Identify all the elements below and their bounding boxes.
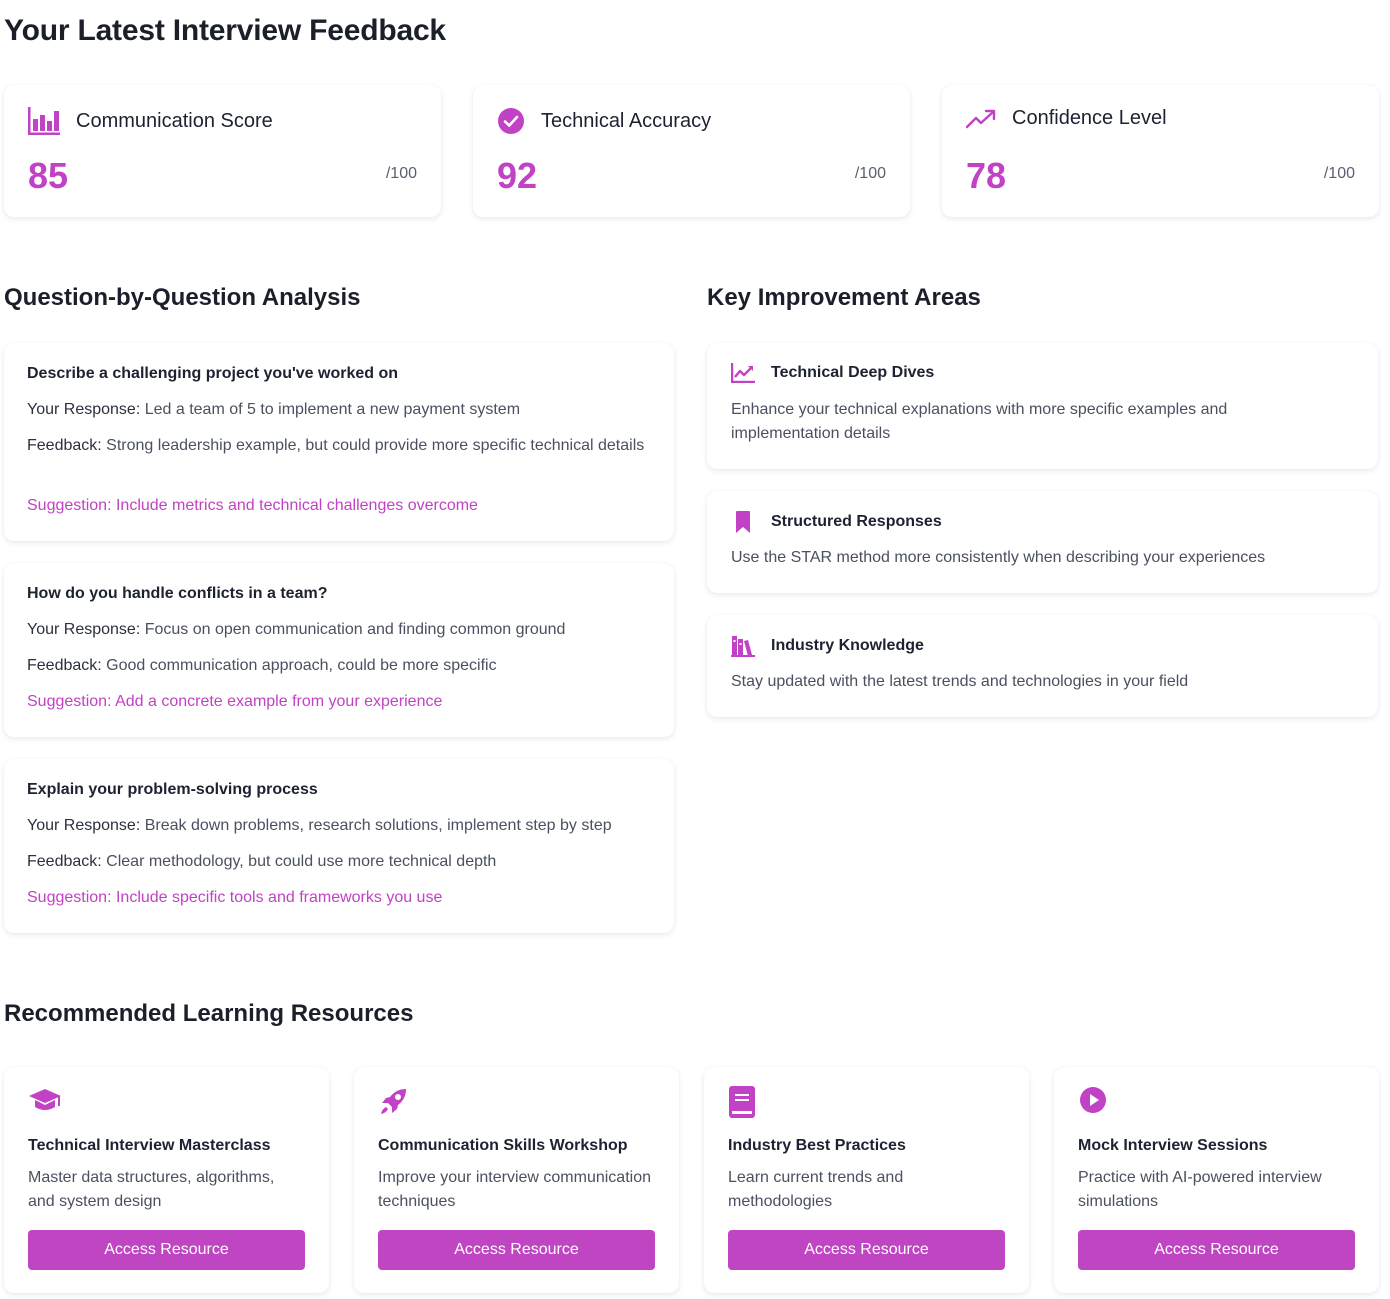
access-resource-button[interactable]: Access Resource xyxy=(728,1230,1005,1270)
feedback-label: Feedback: xyxy=(27,657,102,674)
score-card-communication: Communication Score 85 /100 xyxy=(4,85,441,217)
score-card-confidence: Confidence Level 78 /100 xyxy=(942,85,1379,217)
book-icon xyxy=(728,1085,756,1119)
access-resource-button[interactable]: Access Resource xyxy=(28,1230,305,1270)
score-max: /100 xyxy=(1323,165,1355,182)
score-card-technical: Technical Accuracy 92 /100 xyxy=(473,85,910,217)
page-title: Your Latest Interview Feedback xyxy=(4,14,446,47)
score-title: Confidence Level xyxy=(1012,107,1167,129)
score-value: 85 xyxy=(28,155,69,196)
response-text: Break down problems, research solutions,… xyxy=(144,817,612,834)
improvement-card: Industry Knowledge Stay updated with the… xyxy=(707,615,1378,717)
suggestion-line: Suggestion: Add a concrete example from … xyxy=(27,690,650,714)
score-value: 92 xyxy=(497,155,538,196)
question-text: How do you handle conflicts in a team? xyxy=(27,585,328,602)
improvement-title: Technical Deep Dives xyxy=(771,364,935,381)
improvement-description: Use the STAR method more consistently wh… xyxy=(731,549,1266,566)
response-line: Your Response: Led a team of 5 to implem… xyxy=(27,398,650,422)
resource-card: Communication Skills Workshop Improve yo… xyxy=(354,1067,679,1293)
score-max: /100 xyxy=(385,165,417,182)
resource-description: Practice with AI-powered interview simul… xyxy=(1078,1169,1322,1210)
resource-card: Industry Best Practices Learn current tr… xyxy=(704,1067,1029,1293)
response-line: Your Response: Focus on open communicati… xyxy=(27,618,650,642)
score-title: Technical Accuracy xyxy=(541,109,712,132)
improvement-title: Structured Responses xyxy=(771,513,942,530)
resources-title: Recommended Learning Resources xyxy=(4,1000,414,1027)
feedback-text: Strong leadership example, but could pro… xyxy=(106,437,645,454)
resource-description: Improve your interview communication tec… xyxy=(378,1169,651,1210)
feedback-text: Good communication approach, could be mo… xyxy=(106,657,497,674)
response-text: Led a team of 5 to implement a new payme… xyxy=(144,401,521,418)
resource-title: Mock Interview Sessions xyxy=(1078,1137,1268,1154)
suggestion-label: Suggestion: xyxy=(27,497,112,514)
resource-description: Master data structures, algorithms, and … xyxy=(28,1169,275,1210)
rocket-icon xyxy=(378,1085,410,1117)
feedback-label: Feedback: xyxy=(27,437,102,454)
question-card: How do you handle conflicts in a team? Y… xyxy=(4,563,674,737)
response-text: Focus on open communication and finding … xyxy=(144,621,566,638)
suggestion-text: Add a concrete example from your experie… xyxy=(115,693,443,710)
score-title: Communication Score xyxy=(76,109,273,132)
score-value: 78 xyxy=(966,155,1007,196)
graduation-cap-icon xyxy=(28,1085,62,1115)
question-card: Explain your problem-solving process You… xyxy=(4,759,674,933)
resource-description: Learn current trends and methodologies xyxy=(728,1169,904,1210)
response-label: Your Response: xyxy=(27,401,141,418)
improvement-description: Stay updated with the latest trends and … xyxy=(731,673,1189,690)
books-icon xyxy=(731,635,755,657)
check-circle-icon xyxy=(497,107,525,135)
question-card: Describe a challenging project you've wo… xyxy=(4,343,674,541)
suggestion-label: Suggestion: xyxy=(27,889,112,906)
access-resource-button[interactable]: Access Resource xyxy=(378,1230,655,1270)
feedback-line: Feedback: Strong leadership example, but… xyxy=(27,434,650,458)
response-line: Your Response: Break down problems, rese… xyxy=(27,814,650,838)
bar-chart-icon xyxy=(28,107,60,135)
score-max: /100 xyxy=(854,165,886,182)
resource-title: Industry Best Practices xyxy=(728,1137,906,1154)
response-label: Your Response: xyxy=(27,817,141,834)
feedback-line: Feedback: Good communication approach, c… xyxy=(27,654,650,678)
feedback-label: Feedback: xyxy=(27,853,102,870)
bookmark-icon xyxy=(731,511,755,533)
resource-title: Communication Skills Workshop xyxy=(378,1137,628,1154)
question-text: Describe a challenging project you've wo… xyxy=(27,365,399,382)
suggestion-text: Include specific tools and frameworks yo… xyxy=(115,889,443,906)
resource-card: Technical Interview Masterclass Master d… xyxy=(4,1067,329,1293)
feedback-line: Feedback: Clear methodology, but could u… xyxy=(27,850,650,874)
suggestion-line: Suggestion: Include specific tools and f… xyxy=(27,886,650,910)
suggestion-label: Suggestion: xyxy=(27,693,112,710)
play-circle-icon xyxy=(1078,1085,1108,1115)
chart-line-icon xyxy=(731,363,755,383)
improvement-card: Structured Responses Use the STAR method… xyxy=(707,491,1378,593)
analysis-title: Question-by-Question Analysis xyxy=(4,284,361,311)
suggestion-text: Include metrics and technical challenges… xyxy=(115,497,478,514)
feedback-text: Clear methodology, but could use more te… xyxy=(106,853,497,870)
improvement-card: Technical Deep Dives Enhance your techni… xyxy=(707,343,1378,469)
trending-up-icon xyxy=(966,109,996,129)
improvements-title: Key Improvement Areas xyxy=(707,284,981,311)
improvement-description: Enhance your technical explanations with… xyxy=(731,401,1228,442)
question-text: Explain your problem-solving process xyxy=(27,781,318,798)
response-label: Your Response: xyxy=(27,621,141,638)
access-resource-button[interactable]: Access Resource xyxy=(1078,1230,1355,1270)
suggestion-line: Suggestion: Include metrics and technica… xyxy=(27,494,650,518)
resource-title: Technical Interview Masterclass xyxy=(28,1137,271,1154)
resource-card: Mock Interview Sessions Practice with AI… xyxy=(1054,1067,1379,1293)
improvement-title: Industry Knowledge xyxy=(771,637,924,654)
